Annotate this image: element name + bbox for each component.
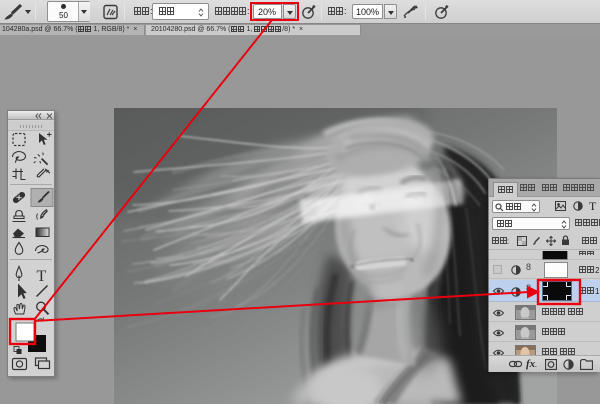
svg-text:T: T — [37, 268, 47, 285]
